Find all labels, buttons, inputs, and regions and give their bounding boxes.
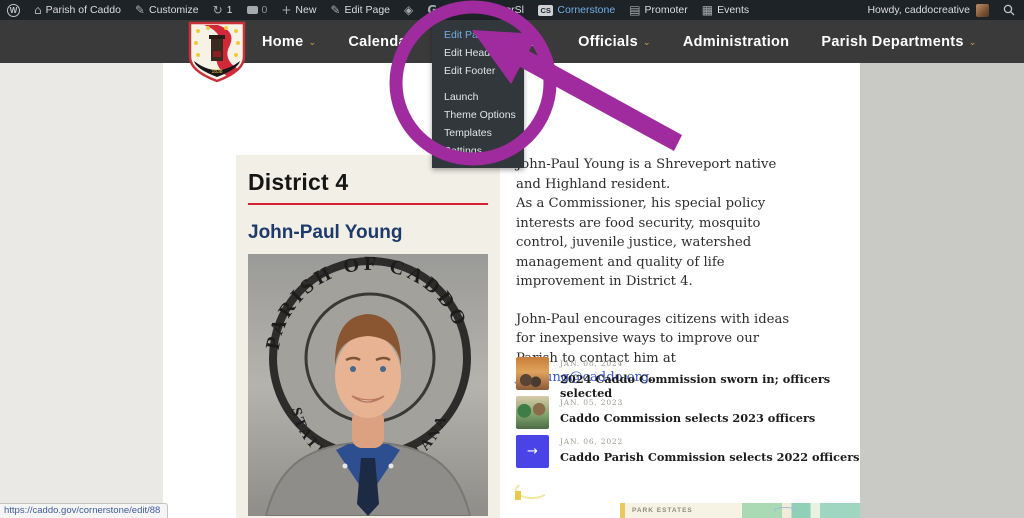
promoter-label: Promoter [645,4,688,16]
cornerstone-label: Cornerstone [557,4,615,16]
map-parks [742,503,860,518]
promoter-icon: ▤ [629,4,640,16]
wordpress-logo-icon: W [7,4,20,17]
bio-paragraph-2: As a Commissioner, his special policy in… [516,194,796,292]
menu-item-theme-options[interactable]: Theme Options [432,106,524,124]
news-title: Caddo Parish Commission selects 2022 off… [560,450,860,464]
map-road [620,503,625,518]
news-title: Caddo Commission selects 2023 officers [560,411,815,425]
customize-menu-item[interactable]: ✎ Customize [128,0,206,20]
wordpress-menu-item[interactable]: W [0,0,27,20]
plus-icon: + [281,4,291,16]
news-date: JAN. 06, 2022 [560,437,860,446]
red-divider [248,203,488,205]
customize-label: Customize [149,4,199,16]
menu-item-edit-header[interactable]: Edit Header [432,44,524,62]
bio-paragraph-1: John-Paul Young is a Shreveport native a… [516,155,796,194]
nav-item-home[interactable]: Home ⌄ [262,34,316,50]
nav-calendar-label: Calendar [348,34,412,50]
wp-admin-bar: W ⌂ Parish of Caddo ✎ Customize ↻ 1 0 + … [0,0,1024,20]
news-item[interactable]: JAN. 05, 2023 Caddo Commission selects 2… [516,396,861,429]
district-title: District 4 [248,169,488,196]
news-date: JAN. 05, 2023 [560,398,815,407]
home-icon: ⌂ [34,4,42,16]
comment-icon [247,6,258,14]
avatar[interactable] [976,4,989,17]
district-map[interactable]: PARK ESTATES [620,503,860,518]
update-icon: ↻ [213,4,223,16]
nav-item-officials[interactable]: Officials ⌄ [578,34,651,50]
news-thumbnail-arrow-tile: → [516,435,549,468]
site-name-label: Parish of Caddo [46,4,121,16]
comments-menu-item[interactable]: 0 [240,0,275,20]
chevron-down-icon: ⌄ [538,38,546,48]
menu-item-edit-page[interactable]: Edit Page [432,26,524,44]
site-name-menu-item[interactable]: ⌂ Parish of Caddo [27,0,128,20]
commissioner-photo: PARISH OF CADDO STATE OF LOUISIANA [248,254,488,516]
site-kit-menu-item[interactable]: G Site Kit [420,0,481,20]
chevron-down-icon: ⌄ [309,38,317,48]
chevron-down-icon: ⌄ [643,38,651,48]
nav-administration-label: Administration [683,34,790,50]
nav-item-calendar[interactable]: Calendar [348,34,412,50]
nav-item-administration[interactable]: Administration [683,34,790,50]
browser-status-url: https://caddo.gov/cornerstone/edit/88 [0,503,168,518]
new-label: New [295,4,316,16]
howdy-account-label[interactable]: Howdy, caddocreative [867,4,970,16]
site-kit-label: Site Kit [441,4,474,16]
commissioner-name: John-Paul Young [248,222,488,244]
search-icon[interactable] [1003,4,1015,16]
nav-parish-departments-label: Parish Departments [821,34,963,50]
updates-menu-item[interactable]: ↻ 1 [206,0,240,20]
map-yellow-marker [515,491,521,500]
news-thumbnail [516,357,549,390]
events-menu-item[interactable]: ▦ Events [695,0,756,20]
cornerstone-dropdown-menu: Edit Page Edit Header Edit Footer Launch… [432,20,524,168]
cornerstone-menu-item[interactable]: CS Cornerstone [531,0,622,20]
news-item[interactable]: JAN. 08, 2024 2024 Caddo Commission swor… [516,357,861,390]
layerslider-label: LayerSl [488,4,524,16]
menu-item-launch[interactable]: Launch [432,88,524,106]
bio-text: John-Paul Young is a Shreveport native a… [516,155,796,388]
cornerstone-cs-icon: CS [538,5,553,16]
menu-item-edit-footer[interactable]: Edit Footer [432,62,524,80]
pencil-icon: ✎ [135,4,145,16]
nav-item-parish-departments[interactable]: Parish Departments ⌄ [821,34,976,50]
svg-text:1838: 1838 [211,69,222,75]
map-neighborhood-label: PARK ESTATES [632,507,693,514]
edit-page-label: Edit Page [344,4,390,16]
chevron-down-icon: ⌄ [969,38,977,48]
news-date: JAN. 08, 2024 [560,359,861,368]
news-thumbnail [516,396,549,429]
menu-separator [432,80,524,88]
new-content-menu-item[interactable]: + New [274,0,323,20]
edit-page-menu-item[interactable]: ✎ Edit Page [323,0,397,20]
plugin-menu-item[interactable]: ◈ [397,0,420,20]
updates-count: 1 [227,4,233,16]
promoter-menu-item[interactable]: ▤ Promoter [622,0,695,20]
diamond-plugin-icon: ◈ [404,4,413,16]
news-item[interactable]: → JAN. 06, 2022 Caddo Parish Commission … [516,435,861,468]
page-right-margin [860,63,1024,518]
map-water [774,507,796,513]
pencil-icon: ✎ [330,4,340,16]
nav-home-label: Home [262,34,304,50]
arrow-right-icon: → [527,444,538,459]
events-calendar-icon: ▦ [702,4,713,16]
nav-officials-label: Officials [578,34,638,50]
events-label: Events [717,4,749,16]
news-list: JAN. 08, 2024 2024 Caddo Commission swor… [516,357,861,474]
caddo-parish-logo[interactable]: 1838 [186,21,248,88]
google-g-icon: G [427,4,437,16]
commissioner-card: District 4 John-Paul Young PARISH OF CAD… [236,155,500,518]
comments-count: 0 [262,4,268,16]
menu-item-templates[interactable]: Templates [432,124,524,142]
menu-item-settings[interactable]: Settings [432,142,524,160]
layerslider-menu-item[interactable]: LayerSl [481,0,531,20]
